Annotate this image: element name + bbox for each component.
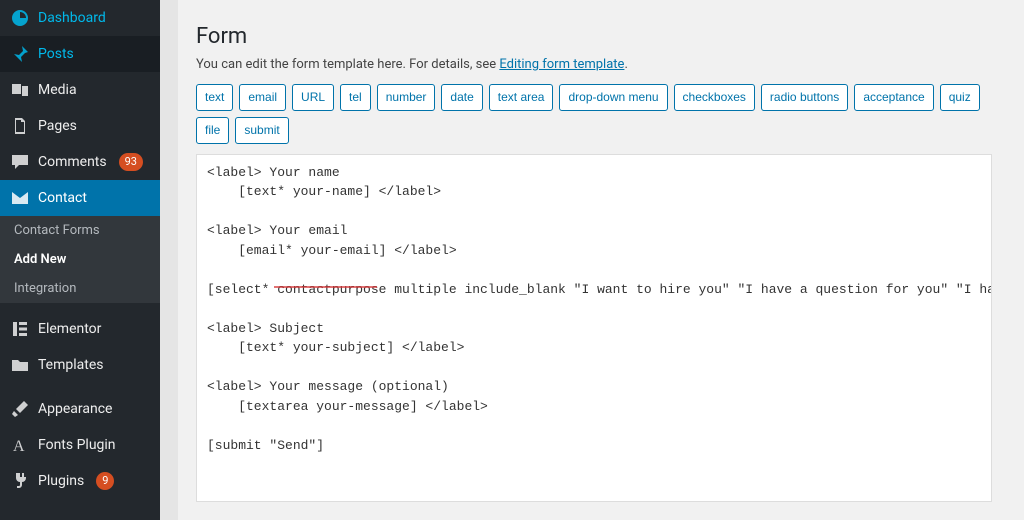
mail-icon xyxy=(10,188,30,208)
app-root: Dashboard Posts Media Pages Comments 93 … xyxy=(0,0,1024,520)
tag-button-dropdown[interactable]: drop-down menu xyxy=(559,84,667,111)
sidebar-item-media[interactable]: Media xyxy=(0,72,160,108)
form-template-wrap xyxy=(196,154,992,506)
tag-button-file[interactable]: file xyxy=(196,117,229,144)
tag-button-radio[interactable]: radio buttons xyxy=(761,84,848,111)
sidebar-item-plugins[interactable]: Plugins 9 xyxy=(0,463,160,499)
comments-badge: 93 xyxy=(119,153,143,170)
admin-sidebar: Dashboard Posts Media Pages Comments 93 … xyxy=(0,0,160,520)
sidebar-label: Posts xyxy=(38,46,74,62)
tag-button-email[interactable]: email xyxy=(239,84,286,111)
pin-icon xyxy=(10,44,30,64)
sidebar-item-fonts-plugin[interactable]: A Fonts Plugin xyxy=(0,427,160,463)
pages-icon xyxy=(10,116,30,136)
form-template-textarea[interactable] xyxy=(196,154,992,502)
tag-button-number[interactable]: number xyxy=(377,84,436,111)
sidebar-label: Templates xyxy=(38,357,104,373)
tag-button-quiz[interactable]: quiz xyxy=(940,84,980,111)
sidebar-label: Elementor xyxy=(38,321,101,337)
svg-text:A: A xyxy=(13,438,25,455)
tag-button-submit[interactable]: submit xyxy=(235,117,288,144)
dashboard-icon xyxy=(10,8,30,28)
sidebar-label: Contact xyxy=(38,190,87,206)
sidebar-label: Plugins xyxy=(38,473,84,489)
submenu-item-contact-forms[interactable]: Contact Forms xyxy=(0,216,160,245)
form-section-title: Form xyxy=(196,24,1004,49)
sidebar-item-appearance[interactable]: Appearance xyxy=(0,391,160,427)
sidebar-item-dashboard[interactable]: Dashboard xyxy=(0,0,160,36)
submenu-item-add-new[interactable]: Add New xyxy=(0,245,160,274)
tag-toolbar: text email URL tel number date text area… xyxy=(196,84,1004,144)
tag-button-acceptance[interactable]: acceptance xyxy=(854,84,933,111)
plugins-badge: 9 xyxy=(96,472,114,489)
sidebar-label: Appearance xyxy=(38,401,112,417)
comment-icon xyxy=(10,152,30,172)
brush-icon xyxy=(10,399,30,419)
main-content: Form You can edit the form template here… xyxy=(160,0,1024,520)
sidebar-label: Pages xyxy=(38,118,77,134)
sidebar-submenu-contact: Contact Forms Add New Integration xyxy=(0,216,160,303)
plug-icon xyxy=(10,471,30,491)
sidebar-label: Comments xyxy=(38,154,107,170)
sidebar-item-comments[interactable]: Comments 93 xyxy=(0,144,160,180)
tag-button-url[interactable]: URL xyxy=(292,84,334,111)
elementor-icon xyxy=(10,319,30,339)
media-icon xyxy=(10,80,30,100)
sidebar-label: Media xyxy=(38,82,77,98)
sidebar-label: Fonts Plugin xyxy=(38,437,116,453)
form-hint: You can edit the form template here. For… xyxy=(196,57,1004,72)
tag-button-date[interactable]: date xyxy=(441,84,482,111)
sidebar-label: Dashboard xyxy=(38,10,106,26)
tag-button-checkboxes[interactable]: checkboxes xyxy=(674,84,755,111)
submenu-item-integration[interactable]: Integration xyxy=(0,274,160,303)
sidebar-item-elementor[interactable]: Elementor xyxy=(0,311,160,347)
editing-template-link[interactable]: Editing form template xyxy=(499,57,624,72)
content-left-strip xyxy=(160,0,178,520)
sidebar-item-posts[interactable]: Posts xyxy=(0,36,160,72)
folder-icon xyxy=(10,355,30,375)
tag-button-textarea[interactable]: text area xyxy=(489,84,554,111)
tag-button-tel[interactable]: tel xyxy=(340,84,371,111)
sidebar-item-pages[interactable]: Pages xyxy=(0,108,160,144)
tag-button-text[interactable]: text xyxy=(196,84,233,111)
sidebar-item-contact[interactable]: Contact xyxy=(0,180,160,216)
sidebar-item-templates[interactable]: Templates xyxy=(0,347,160,383)
font-icon: A xyxy=(10,435,30,455)
